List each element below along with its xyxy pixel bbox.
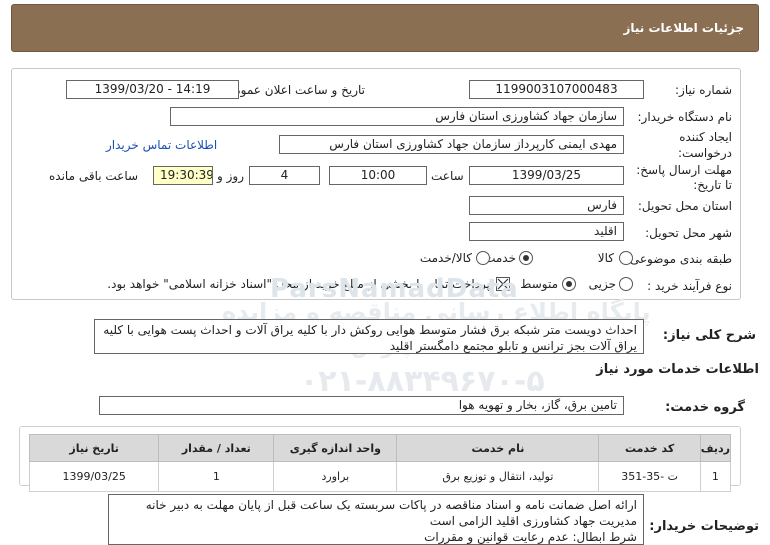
- city-label: شهر محل تحویل:: [645, 226, 732, 240]
- process-option-minor: جزیی: [588, 277, 616, 291]
- table-row: 1 ت -35-351 تولید، انتقال و توزیع برق بر…: [28, 461, 732, 492]
- creator-label-2: درخواست:: [678, 146, 732, 160]
- summary-label: شرح کلی نیاز:: [662, 328, 756, 343]
- need-number-label: شماره نیاز:: [675, 83, 732, 97]
- table-cell: 1: [699, 461, 732, 492]
- deadline-label-2: تا تاریخ:: [693, 178, 732, 192]
- service-group-label: گروه خدمت:: [665, 400, 745, 415]
- buyer-notes-line: ارائه اصل ضمانت نامه و اسناد مناقصه در پ…: [145, 498, 637, 512]
- province-label: استان محل تحویل:: [637, 199, 732, 213]
- column-header: تاریخ نیاز: [28, 434, 160, 462]
- service-group-field: تامین برق، گاز، بخار و تهویه هوا: [99, 396, 624, 415]
- services-table: ردیف کد خدمت نام خدمت واحد اندازه گیری ت…: [28, 434, 732, 492]
- creator-label-1: ایجاد کننده: [679, 130, 732, 144]
- city-field: اقلید: [469, 222, 624, 241]
- buyer-notes-line: مدیریت جهاد کشاورزی اقلید الزامی است: [429, 514, 637, 528]
- table-cell: 1: [158, 461, 275, 492]
- table-cell: ت -35-351: [598, 461, 701, 492]
- category-radio-goods[interactable]: [619, 251, 633, 265]
- process-label: نوع فرآیند خرید :: [647, 279, 732, 293]
- category-radio-goods-service[interactable]: [476, 251, 490, 265]
- need-number-field: 1199003107000483: [469, 80, 644, 99]
- category-radio-service[interactable]: [519, 251, 533, 265]
- process-radio-minor[interactable]: [619, 277, 633, 291]
- time-label: ساعت: [431, 169, 464, 183]
- table-cell: تولید، انتقال و توزیع برق: [396, 461, 600, 492]
- column-header: ردیف: [699, 434, 732, 462]
- summary-text-box: احداث دویست متر شبکه برق فشار متوسط هوای…: [94, 319, 644, 354]
- services-section-title: اطلاعات خدمات مورد نیاز: [596, 362, 759, 377]
- days-field: 4: [249, 166, 320, 185]
- category-option-goods: کالا: [597, 251, 614, 265]
- table-cell: براورد: [273, 461, 398, 492]
- deadline-time-field: 10:00: [329, 166, 427, 185]
- buyer-notes-label: توضیحات خریدار:: [649, 519, 759, 534]
- category-option-goods-service: کالا/خدمت: [419, 251, 472, 265]
- column-header: واحد اندازه گیری: [273, 434, 398, 462]
- deadline-label-1: مهلت ارسال پاسخ:: [636, 163, 732, 177]
- remaining-time-field: 19:30:39: [153, 166, 213, 185]
- page-title: جزئیات اطلاعات نیاز: [623, 21, 744, 35]
- buyer-notes-line: شرط ابطال: عدم رعایت قوانین و مقررات: [424, 530, 637, 544]
- process-radio-medium[interactable]: [562, 277, 576, 291]
- announce-field: 1399/03/20 - 14:19: [66, 80, 239, 99]
- table-header-row: ردیف کد خدمت نام خدمت واحد اندازه گیری ت…: [28, 434, 732, 462]
- column-header: کد خدمت: [598, 434, 701, 462]
- category-label: طبقه بندی موضوعی:: [625, 252, 732, 266]
- column-header: نام خدمت: [396, 434, 600, 462]
- buyer-org-field: سازمان جهاد کشاورزی استان فارس: [170, 107, 624, 126]
- process-option-medium: متوسط: [520, 277, 558, 291]
- table-cell: 1399/03/25: [28, 461, 160, 492]
- watermark-phone: ۰۲۱-۸۸۳۴۹۶۷۰-۵: [300, 364, 545, 399]
- column-header: تعداد / مقدار: [158, 434, 275, 462]
- days-label: روز و: [217, 169, 244, 183]
- province-field: فارس: [469, 196, 624, 215]
- buyer-contact-link[interactable]: اطلاعات تماس خریدار: [106, 138, 217, 152]
- announce-label: تاریخ و ساعت اعلان عمومی:: [220, 83, 365, 97]
- page-header: جزئیات اطلاعات نیاز: [11, 4, 759, 52]
- deadline-date-field: 1399/03/25: [469, 166, 624, 185]
- remaining-label: ساعت باقی مانده: [49, 169, 139, 183]
- buyer-org-label: نام دستگاه خریدار:: [637, 110, 733, 124]
- buyer-notes-box: ارائه اصل ضمانت نامه و اسناد مناقصه در پ…: [108, 494, 644, 545]
- creator-field: مهدی ایمنی کارپرداز سازمان جهاد کشاورزی …: [279, 135, 624, 154]
